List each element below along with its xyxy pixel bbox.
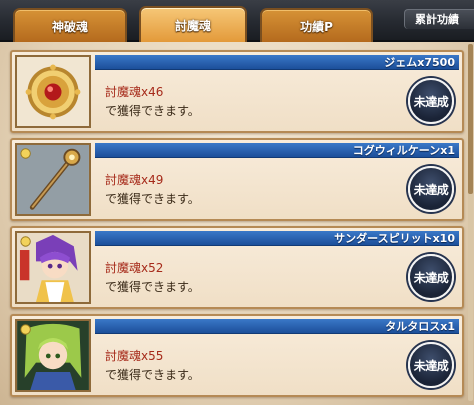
tab-bar: 神破魂 討魔魂 功績P 累計功績 [0, 0, 474, 42]
gem-medal-icon [15, 55, 91, 128]
mission-card: タルタロスx1 討魔魂x55 で獲得できます。 未達成 [10, 314, 464, 397]
tab-shinpakon[interactable]: 神破魂 [13, 8, 127, 42]
cumulative-merit-tab[interactable]: 累計功績 [404, 9, 474, 29]
reward-name: コグウィルケーンx1 [95, 143, 459, 158]
reward-name: タルタロスx1 [95, 319, 459, 334]
status-badge: 未達成 [408, 342, 454, 388]
mission-card: ジェムx7500 討魔魂x46 で獲得できます。 未達成 [10, 50, 464, 133]
mission-card: サンダースピリットx10 討魔魂x52 で獲得できます。 未達成 [10, 226, 464, 309]
mission-list: ジェムx7500 討魔魂x46 で獲得できます。 未達成 コグウィルケーンx1 … [0, 44, 474, 405]
requirement-text: 討魔魂x52 [105, 261, 164, 275]
requirement-text: 討魔魂x46 [105, 85, 164, 99]
cane-weapon-icon [15, 143, 91, 216]
requirement-text: 討魔魂x49 [105, 173, 164, 187]
status-badge: 未達成 [408, 78, 454, 124]
requirement-description: で獲得できます。 [105, 104, 200, 118]
reward-name: サンダースピリットx10 [95, 231, 459, 246]
status-badge: 未達成 [408, 254, 454, 300]
reward-name: ジェムx7500 [95, 55, 459, 70]
requirement-text: 討魔魂x55 [105, 349, 164, 363]
scrollbar-thumb[interactable] [468, 44, 473, 194]
status-badge: 未達成 [408, 166, 454, 212]
requirement-description: で獲得できます。 [105, 368, 200, 382]
scrollbar[interactable] [468, 44, 473, 401]
tab-koseki-p[interactable]: 功績P [260, 8, 373, 42]
thunder-spirit-character-icon [15, 231, 91, 304]
requirement-description: で獲得できます。 [105, 192, 200, 206]
tartarus-character-icon [15, 319, 91, 392]
mission-card: コグウィルケーンx1 討魔魂x49 で獲得できます。 未達成 [10, 138, 464, 221]
requirement-description: で獲得できます。 [105, 280, 200, 294]
tab-tomakon[interactable]: 討魔魂 [139, 6, 247, 42]
